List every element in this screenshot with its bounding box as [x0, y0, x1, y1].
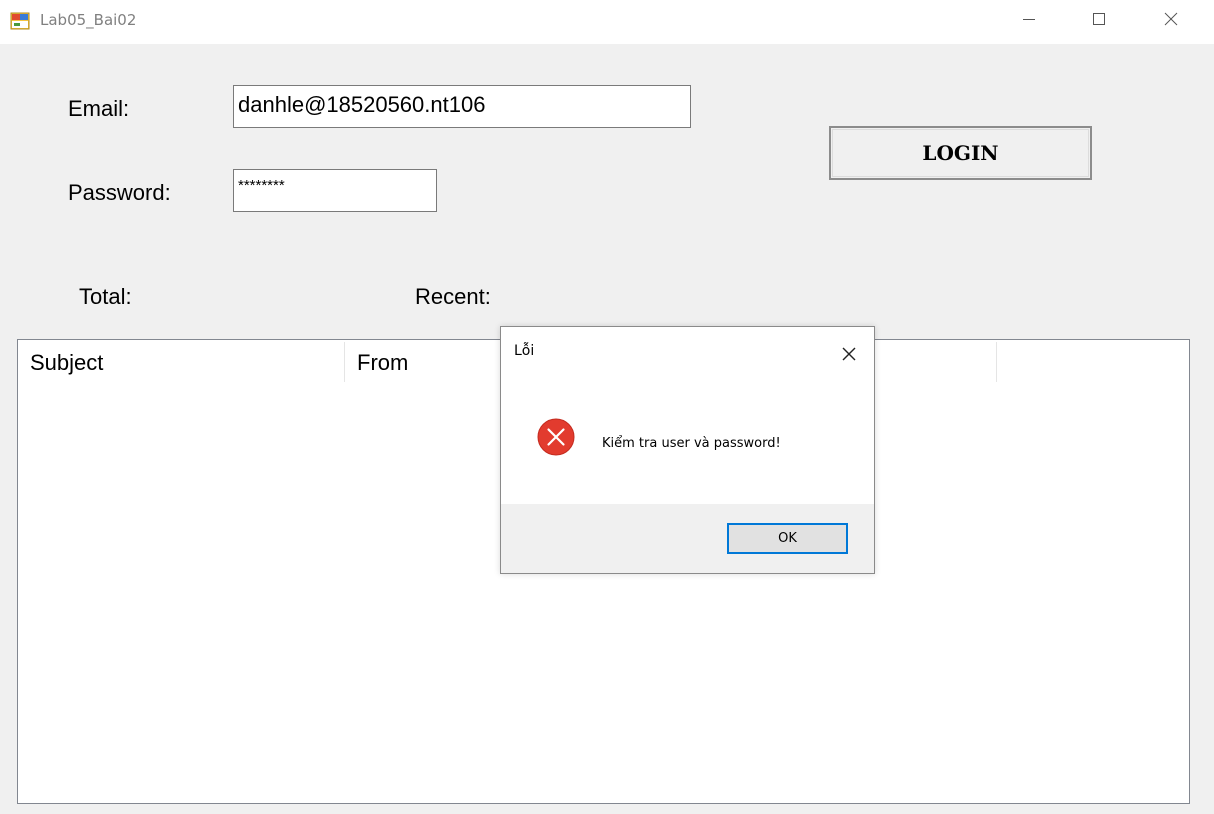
login-button-focus-border: [832, 129, 1089, 177]
window-title: Lab05_Bai02: [40, 11, 137, 29]
minimize-button[interactable]: [1005, 0, 1053, 38]
email-field[interactable]: danhle@18520560.nt106: [233, 85, 691, 128]
close-button[interactable]: [1147, 0, 1195, 38]
close-icon: [1164, 12, 1178, 26]
password-label: Password:: [68, 180, 171, 205]
column-header-subject[interactable]: Subject: [18, 340, 344, 382]
dialog-close-button[interactable]: [834, 339, 864, 369]
close-icon: [842, 347, 856, 361]
recent-label: Recent:: [415, 284, 491, 309]
dialog-message: Kiểm tra user và password!: [602, 436, 781, 451]
error-icon: [537, 418, 575, 456]
error-dialog: Lỗi Kiểm tra user và password! OK: [500, 326, 875, 574]
column-header-extra[interactable]: [997, 340, 1187, 382]
total-label: Total:: [79, 284, 132, 309]
minimize-icon: [1023, 19, 1035, 20]
windows-form-icon: [10, 12, 30, 30]
main-window: Lab05_Bai02 Email: danhle@18520560.nt106…: [0, 0, 1214, 814]
title-bar[interactable]: Lab05_Bai02: [0, 0, 1214, 44]
ok-button[interactable]: OK: [727, 523, 848, 554]
maximize-button[interactable]: [1075, 0, 1123, 38]
password-field[interactable]: ********: [233, 169, 437, 212]
maximize-icon: [1093, 13, 1105, 25]
email-label: Email:: [68, 96, 130, 121]
dialog-title: Lỗi: [514, 343, 535, 359]
dialog-footer: OK: [501, 504, 874, 573]
login-button[interactable]: LOGIN: [829, 126, 1092, 180]
